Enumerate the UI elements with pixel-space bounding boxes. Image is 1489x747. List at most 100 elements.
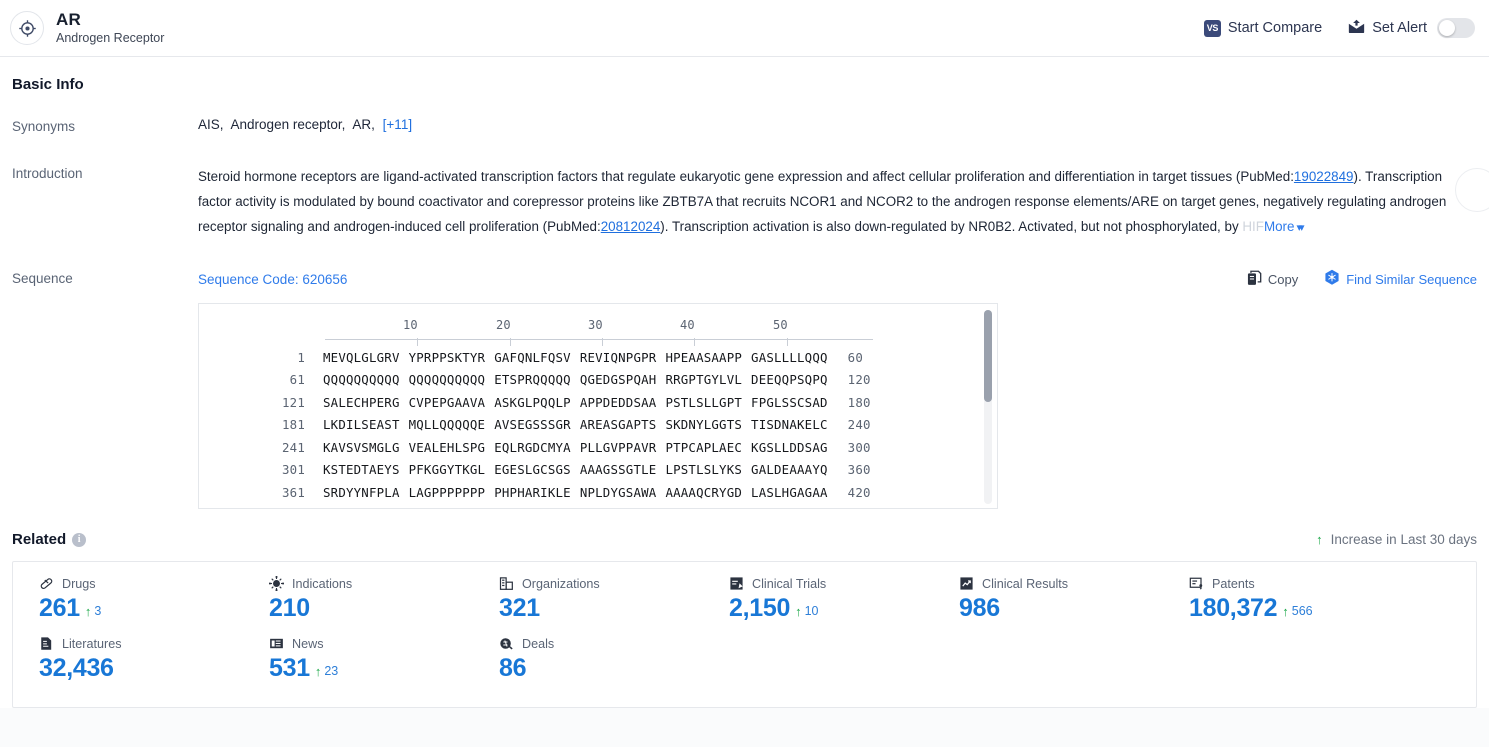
sequence-end-index: 180 [847, 394, 871, 410]
sequence-start-index: 181 [282, 417, 305, 433]
sequence-chunk: KGSLLDDSAG [751, 439, 828, 455]
sequence-residues: LKDILSEAST MQLLQQQQQE AVSEGSSSGR AREASGA… [323, 417, 828, 432]
sequence-line: 181 LKDILSEAST MQLLQQQQQE AVSEGSSSGR ARE… [199, 414, 997, 437]
sequence-chunk: YPRPPSKTYR [408, 349, 486, 365]
stat-clinical-results[interactable]: Clinical Results 986 [933, 576, 1163, 624]
stat-value-wrap: 180,372 ↑ 566 [1189, 593, 1393, 624]
sequence-start-index: 301 [282, 462, 305, 478]
stat-label: Organizations [522, 576, 600, 591]
sequence-chunk: QGEDGSPQAH [579, 372, 657, 388]
sequence-line: 301 KSTEDTAEYS PFKGGYTKGL EGESLGCSGS AAA… [199, 459, 997, 482]
sequence-end-index: 60 [847, 349, 863, 365]
stat-news[interactable]: News 531 ↑ 23 [243, 636, 473, 684]
stat-label: Clinical Trials [752, 576, 827, 591]
sequence-viewer[interactable]: 10 20 30 40 50 1 MEVQLGLGRV YPRPPSKTYR G… [198, 303, 998, 509]
page-body: Basic Info Synonyms AIS, Androgen recept… [0, 57, 1489, 747]
ruler-baseline [325, 339, 873, 340]
set-alert-button[interactable]: Set Alert [1348, 19, 1427, 38]
copy-sequence-button[interactable]: Copy [1247, 270, 1298, 289]
related-stats-grid: Drugs 261 ↑ 3 Indications 210 Organizati… [13, 575, 1476, 696]
stat-delta: ↑ 23 [315, 664, 338, 684]
related-panel: Related i ↑ Increase in Last 30 days Dru… [0, 509, 1489, 708]
ruler-tick [602, 338, 603, 346]
arrow-up-icon: ↑ [795, 603, 802, 619]
sequence-chunk: LKDILSEAST [323, 417, 400, 433]
basic-info-panel: Basic Info Synonyms AIS, Androgen recept… [0, 57, 1489, 509]
sequence-scrollbar-thumb[interactable] [984, 310, 992, 402]
sequence-chunk: REVIQNPGPR [579, 349, 657, 365]
info-icon[interactable]: i [72, 533, 87, 547]
stat-value-wrap: 210 [269, 593, 473, 624]
stat-value-wrap: 2,150 ↑ 10 [729, 593, 933, 624]
increase-legend-label: Increase in Last 30 days [1330, 532, 1477, 547]
stat-label: Patents [1212, 576, 1255, 591]
stat-value: 261 [39, 594, 80, 622]
stat-indications[interactable]: Indications 210 [243, 575, 473, 624]
related-heading: Related i [12, 531, 87, 548]
find-similar-sequence-button[interactable]: Find Similar Sequence [1324, 269, 1477, 289]
sequence-start-index: 241 [282, 439, 305, 455]
sequence-chunk: MQLLQQQQQE [408, 417, 486, 433]
start-compare-button[interactable]: VS Start Compare [1203, 19, 1323, 37]
synonyms-label: Synonyms [12, 119, 76, 134]
sequence-chunk: LAGPPPPPPP [408, 484, 486, 500]
sequence-chunk: EQLRGDCMYA [494, 439, 571, 455]
introduction-truncated-text: HIF [1242, 219, 1264, 234]
chevron-double-down-icon[interactable]: ▾▾ [1296, 216, 1304, 241]
arrow-up-icon: ↑ [1282, 603, 1289, 619]
stat-literatures[interactable]: Literatures 32,436 [13, 636, 243, 684]
stat-delta-value: 566 [1291, 604, 1313, 618]
synonym-item: AR, [352, 117, 375, 132]
pubmed-link-2[interactable]: 20812024 [601, 219, 661, 234]
pubmed-link-1[interactable]: 19022849 [1294, 169, 1354, 184]
sequence-scrollbar[interactable] [984, 310, 992, 504]
stat-patents[interactable]: Patents 180,372 ↑ 566 [1163, 576, 1393, 624]
sequence-residues: QQQQQQQQQQ QQQQQQQQQQ ETSPRQQQQQ QGEDGSP… [323, 372, 828, 387]
hexagon-search-icon [1324, 269, 1340, 289]
sequence-chunk: KSTEDTAEYS [323, 462, 400, 478]
synonyms-more-link[interactable]: [+11] [383, 117, 412, 132]
stat-header: Drugs [39, 576, 243, 591]
sequence-chunk: GALDEAAAYQ [751, 462, 828, 478]
sequence-chunk: PFKGGYTKGL [408, 462, 486, 478]
stat-organizations[interactable]: Organizations 321 [473, 576, 703, 624]
ruler-tick-label: 50 [773, 318, 788, 332]
introduction-more-button[interactable]: More [1264, 219, 1295, 234]
app-header: AR Androgen Receptor VS Start Compare Se… [0, 0, 1489, 57]
stat-delta-value: 10 [804, 604, 819, 618]
sequence-code-link[interactable]: Sequence Code: 620656 [198, 272, 347, 287]
stat-delta: ↑ 566 [1282, 604, 1312, 624]
sequence-chunk: QQQQQQQQQQ [323, 372, 400, 388]
stat-label: Deals [522, 636, 555, 651]
sequence-residues: KAVSVSMGLG VEALEHLSPG EQLRGDCMYA PLLGVPP… [323, 440, 828, 455]
sequence-chunk: SALECHPERG [323, 394, 400, 410]
sequence-chunk: ETSPRQQQQQ [494, 372, 571, 388]
stat-deals[interactable]: Deals 86 [473, 636, 703, 684]
target-name: AR [56, 10, 81, 29]
ruler-tick [417, 338, 418, 346]
sequence-start-index: 361 [282, 484, 305, 500]
stat-value-wrap: 986 [959, 593, 1163, 624]
sequence-row: Sequence Sequence Code: 620656 Copy Find… [12, 269, 1477, 509]
sequence-residues: KSTEDTAEYS PFKGGYTKGL EGESLGCSGS AAAGSSG… [323, 462, 828, 477]
sequence-chunk: AAAAQCRYGD [665, 484, 743, 500]
ruler-tick [510, 338, 511, 346]
sequence-toolbar: Sequence Code: 620656 Copy Find Similar … [198, 269, 1477, 289]
scroll-hint-circle [1455, 168, 1489, 212]
sequence-chunk: NPLDYGSAWA [579, 484, 657, 500]
clinical-result-icon [959, 576, 974, 591]
sequence-residues: MEVQLGLGRV YPRPPSKTYR GAFQNLFQSV REVIQNP… [323, 350, 828, 365]
stat-value: 32,436 [39, 654, 114, 682]
sequence-chunk: FPGLSSCSAD [751, 394, 828, 410]
alert-toggle[interactable] [1437, 18, 1475, 38]
stat-value-wrap: 261 ↑ 3 [39, 593, 243, 624]
stat-clinical-trials[interactable]: Clinical Trials 2,150 ↑ 10 [703, 576, 933, 624]
stat-drugs[interactable]: Drugs 261 ↑ 3 [13, 576, 243, 624]
sequence-chunk: CVPEPGAAVA [408, 394, 486, 410]
sequence-chunk: HPEAASAAPP [665, 349, 743, 365]
stat-header: Clinical Trials [729, 576, 933, 591]
start-compare-label: Start Compare [1227, 20, 1323, 36]
arrow-up-icon: ↑ [1316, 532, 1323, 547]
sequence-chunk: APPDEDDSAA [579, 394, 657, 410]
target-crosshair-icon [10, 11, 44, 45]
